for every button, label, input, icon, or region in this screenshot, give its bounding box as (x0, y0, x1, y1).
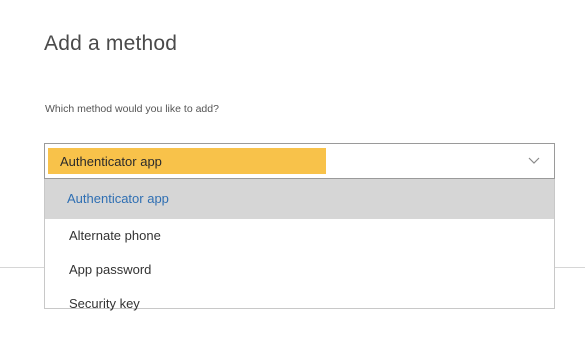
option-authenticator-app[interactable]: Authenticator app (45, 179, 554, 219)
chevron-down-icon[interactable] (528, 154, 540, 166)
option-alternate-phone[interactable]: Alternate phone (45, 219, 554, 253)
dialog-title: Add a method (44, 32, 178, 55)
option-security-key[interactable]: Security key (45, 287, 554, 321)
method-prompt: Which method would you like to add? (45, 103, 219, 115)
option-app-password[interactable]: App password (45, 253, 554, 287)
method-options-list: Authenticator app Alternate phone App pa… (44, 179, 555, 311)
method-select[interactable]: Authenticator app (44, 143, 555, 179)
select-value: Authenticator app (60, 154, 162, 169)
